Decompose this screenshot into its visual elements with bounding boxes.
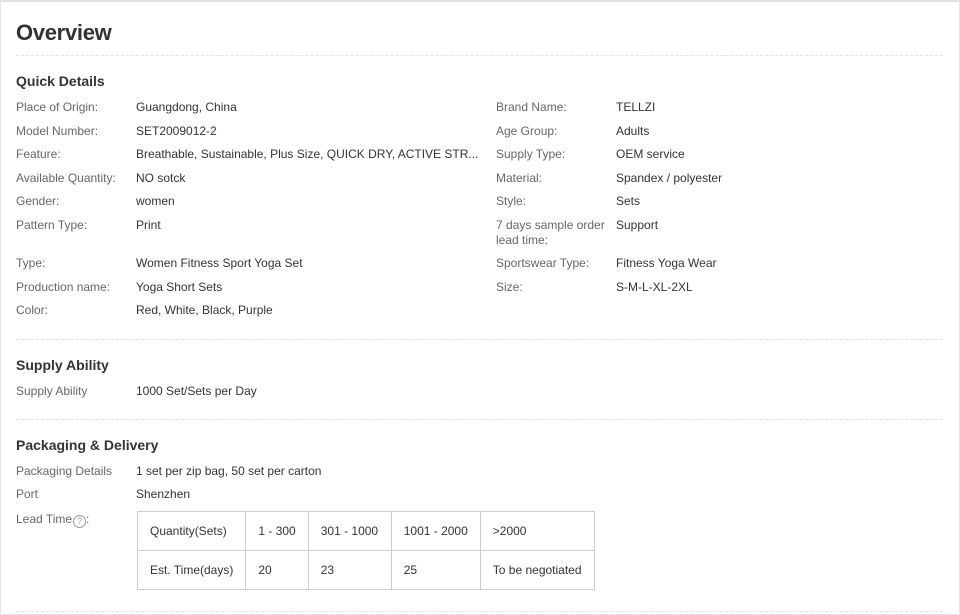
detail-label: Gender: bbox=[16, 194, 60, 208]
detail-value: Yoga Short Sets bbox=[136, 280, 223, 294]
detail-value: TELLZI bbox=[616, 100, 656, 114]
table-cell: 301 - 1000 bbox=[307, 511, 392, 551]
detail-value: Breathable, Sustainable, Plus Size, QUIC… bbox=[136, 147, 479, 161]
table-cell: Est. Time(days) bbox=[136, 550, 247, 590]
table-cell: 25 bbox=[390, 550, 481, 590]
detail-label: Age Group: bbox=[496, 124, 558, 138]
detail-value: Shenzhen bbox=[136, 487, 191, 501]
detail-value: Red, White, Black, Purple bbox=[136, 303, 273, 317]
page-title: Overview bbox=[16, 20, 112, 45]
detail-label: Place of Origin: bbox=[16, 100, 99, 114]
lead-time-suffix: : bbox=[86, 512, 90, 526]
detail-value: Women Fitness Sport Yoga Set bbox=[136, 256, 303, 270]
detail-value: OEM service bbox=[616, 147, 685, 161]
lead-time-label: Lead Time bbox=[16, 512, 73, 526]
detail-label: Production name: bbox=[16, 280, 111, 294]
detail-value: NO sotck bbox=[136, 171, 186, 185]
detail-label: Lead Time?: bbox=[16, 512, 131, 528]
lead-time-table: Quantity(Sets) 1 - 300 301 - 1000 1001 -… bbox=[136, 511, 595, 590]
divider bbox=[16, 419, 943, 420]
table-cell: To be negotiated bbox=[479, 550, 595, 590]
section-title-supply-ability: Supply Ability bbox=[16, 357, 109, 373]
table-cell: >2000 bbox=[479, 511, 595, 551]
detail-value: women bbox=[136, 194, 175, 208]
detail-label: Sportswear Type: bbox=[496, 256, 590, 270]
table-cell: Quantity(Sets) bbox=[136, 511, 247, 551]
divider bbox=[16, 55, 943, 56]
detail-value: S-M-L-XL-2XL bbox=[616, 280, 693, 294]
detail-value: Fitness Yoga Wear bbox=[616, 256, 717, 270]
detail-label: Port bbox=[16, 487, 39, 501]
detail-label: Supply Ability bbox=[16, 384, 88, 398]
detail-label: Color: bbox=[16, 303, 49, 317]
table-cell: 23 bbox=[307, 550, 392, 590]
detail-label: Style: bbox=[496, 194, 527, 208]
detail-value: Guangdong, China bbox=[136, 100, 237, 114]
divider bbox=[16, 611, 943, 612]
help-icon[interactable]: ? bbox=[73, 515, 87, 528]
section-title-quick-details: Quick Details bbox=[16, 73, 105, 89]
detail-label: Available Quantity: bbox=[16, 171, 116, 185]
detail-value: 1 set per zip bag, 50 set per carton bbox=[136, 464, 322, 478]
table-row: Est. Time(days) 20 23 25 To be negotiate… bbox=[136, 550, 595, 590]
table-cell: 1 - 300 bbox=[245, 511, 309, 551]
detail-label: Pattern Type: bbox=[16, 218, 88, 232]
detail-label: Packaging Details bbox=[16, 464, 113, 478]
detail-value: Adults bbox=[616, 124, 650, 138]
detail-label: Brand Name: bbox=[496, 100, 567, 114]
table-cell: 1001 - 2000 bbox=[390, 511, 481, 551]
divider bbox=[16, 339, 943, 340]
detail-label: 7 days sample order lead time: bbox=[496, 218, 605, 247]
detail-value: Spandex / polyester bbox=[616, 171, 723, 185]
detail-value: 1000 Set/Sets per Day bbox=[136, 384, 257, 398]
table-row: Quantity(Sets) 1 - 300 301 - 1000 1001 -… bbox=[136, 511, 595, 551]
detail-value: SET2009012-2 bbox=[136, 124, 217, 138]
detail-label: Type: bbox=[16, 256, 46, 270]
detail-value: Print bbox=[136, 218, 161, 232]
table-cell: 20 bbox=[245, 550, 309, 590]
detail-label: Material: bbox=[496, 171, 543, 185]
detail-label: Size: bbox=[496, 280, 523, 294]
detail-value: Sets bbox=[616, 194, 641, 208]
detail-label: Model Number: bbox=[16, 124, 99, 138]
detail-label: Feature: bbox=[16, 147, 61, 161]
section-title-packaging-delivery: Packaging & Delivery bbox=[16, 437, 159, 453]
detail-value: Support bbox=[616, 218, 659, 232]
detail-label: Supply Type: bbox=[496, 147, 566, 161]
